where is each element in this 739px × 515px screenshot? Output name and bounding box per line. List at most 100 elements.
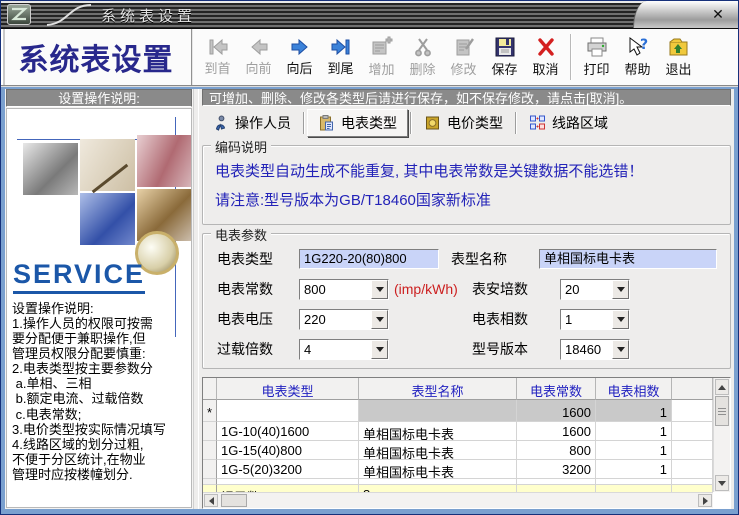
exit-button[interactable]: 退出 bbox=[658, 31, 699, 83]
cancel-icon bbox=[537, 38, 554, 56]
chevron-down-icon[interactable] bbox=[371, 339, 388, 359]
table-cell[interactable]: 1 bbox=[596, 422, 672, 442]
cancel-button[interactable]: 取消 bbox=[525, 31, 566, 83]
go-previous-button[interactable]: 向前 bbox=[238, 31, 279, 83]
tab-label: 电表类型 bbox=[341, 114, 397, 131]
amperage-label: 表安培数 bbox=[472, 281, 528, 298]
modify-record-icon bbox=[456, 38, 474, 56]
tab-price-type[interactable]: 电价类型 bbox=[414, 110, 513, 136]
collage-tools-photo bbox=[23, 143, 78, 195]
scroll-right-icon[interactable] bbox=[698, 494, 712, 507]
meter-params-groupbox: 电表参数 电表类型 1G220-20(80)800 表型名称 单相国标电卡表 电… bbox=[202, 225, 731, 370]
model-version-label: 型号版本 bbox=[472, 341, 528, 358]
grid-header-model-name[interactable]: 表型名称 bbox=[359, 378, 517, 401]
table-cell-stub bbox=[672, 422, 713, 442]
table-cell[interactable] bbox=[217, 400, 359, 423]
groupbox-title: 编码说明 bbox=[211, 137, 272, 157]
row-selector[interactable]: * bbox=[203, 400, 217, 423]
close-icon[interactable]: ✕ bbox=[708, 5, 728, 23]
sidebar: 设置操作说明: SERVICE 设置操作说明: 1.操作人员的权限可按需 要分配… bbox=[5, 89, 193, 509]
delete-record-button[interactable]: 删除 bbox=[402, 31, 443, 83]
meter-type-grid: 电表类型 表型名称 电表常数 电表相数 * 1600 1 1G-10(40)16… bbox=[202, 377, 731, 509]
row-selector[interactable] bbox=[203, 460, 217, 480]
modify-record-button[interactable]: 修改 bbox=[443, 31, 484, 83]
grid-header-stub bbox=[672, 378, 713, 401]
table-cell[interactable]: 800 bbox=[517, 441, 596, 461]
meter-constant-label: 电表常数 bbox=[217, 281, 273, 298]
form-row: 过载倍数 4 型号版本 18460 bbox=[217, 334, 718, 364]
collage-pens-photo bbox=[137, 135, 191, 187]
grid-header-meter-type[interactable]: 电表类型 bbox=[217, 378, 359, 401]
phase-combo[interactable]: 1 bbox=[560, 308, 630, 330]
go-first-button[interactable]: 到首 bbox=[197, 31, 238, 83]
go-last-button[interactable]: 到尾 bbox=[320, 31, 361, 83]
delete-record-icon bbox=[414, 38, 431, 57]
tab-separator bbox=[515, 111, 517, 134]
table-cell[interactable]: 单相国标电卡表 bbox=[359, 422, 517, 442]
title-bar: 系统表设置 ✕ bbox=[1, 1, 738, 29]
grid-header-meter-constant[interactable]: 电表常数 bbox=[517, 378, 596, 401]
main-panel: 可增加、删除、修改各类型后请进行保存，如不保存修改，请点击[取消]。 操作人员 bbox=[199, 89, 734, 509]
body: 设置操作说明: SERVICE 设置操作说明: 1.操作人员的权限可按需 要分配… bbox=[5, 89, 734, 509]
collage-keyboard-photo bbox=[80, 193, 135, 245]
horizontal-scroll-thumb[interactable] bbox=[221, 494, 247, 507]
meter-constant-combo[interactable]: 800 bbox=[299, 278, 389, 300]
table-cell[interactable]: 1 bbox=[596, 441, 672, 461]
voltage-combo[interactable]: 220 bbox=[299, 308, 389, 330]
model-name-field[interactable]: 单相国标电卡表 bbox=[539, 249, 717, 270]
coding-note-line2: 请注意:型号版本为GB/T18460国家新标准 bbox=[215, 192, 491, 210]
save-button[interactable]: 保存 bbox=[484, 31, 525, 83]
instructions-text: 设置操作说明: 1.操作人员的权限可按需 要分配便于兼职操作,但 管理员权限分配… bbox=[12, 301, 166, 482]
tab-separator bbox=[410, 111, 412, 134]
sidebar-content: SERVICE 设置操作说明: 1.操作人员的权限可按需 要分配便于兼职操作,但… bbox=[6, 108, 192, 508]
print-button[interactable]: 打印 bbox=[576, 31, 617, 83]
tab-operators[interactable]: 操作人员 bbox=[202, 110, 301, 136]
table-cell[interactable]: 1600 bbox=[517, 400, 596, 423]
vertical-scroll-thumb[interactable] bbox=[715, 396, 729, 427]
scroll-left-icon[interactable] bbox=[204, 494, 218, 507]
add-record-button[interactable]: 增加 bbox=[361, 31, 402, 83]
toolbar-buttons: 到首 向前 向后 到尾 增加 删除 修改 保存 取消 打印 ? 帮助 退出 bbox=[193, 29, 738, 85]
svg-text:?: ? bbox=[640, 37, 648, 53]
grid-header-phase[interactable]: 电表相数 bbox=[596, 378, 672, 401]
footer-selector bbox=[203, 485, 217, 492]
tab-meter-type[interactable]: 电表类型 bbox=[307, 108, 408, 137]
table-cell[interactable] bbox=[359, 400, 517, 423]
table-cell[interactable]: 1 bbox=[596, 400, 672, 423]
help-button[interactable]: ? 帮助 bbox=[617, 31, 658, 83]
meter-type-field[interactable]: 1G220-20(80)800 bbox=[299, 249, 439, 270]
model-version-combo[interactable]: 18460 bbox=[560, 338, 630, 360]
titlebar-swoosh-decoration bbox=[46, 4, 92, 26]
row-selector[interactable] bbox=[203, 441, 217, 461]
chevron-down-icon[interactable] bbox=[612, 339, 629, 359]
chevron-down-icon[interactable] bbox=[371, 279, 388, 299]
exit-icon bbox=[669, 38, 687, 56]
table-cell[interactable]: 1 bbox=[596, 460, 672, 480]
meter-type-icon bbox=[320, 114, 333, 131]
window-title: 系统表设置 bbox=[101, 8, 197, 25]
table-cell[interactable]: 1G-10(40)1600 bbox=[217, 422, 359, 442]
table-cell[interactable]: 单相国标电卡表 bbox=[359, 460, 517, 480]
scroll-down-icon[interactable] bbox=[715, 475, 729, 491]
line-area-icon bbox=[530, 115, 545, 130]
table-cell[interactable]: 单相国标电卡表 bbox=[359, 441, 517, 461]
page-title: 系统表设置 bbox=[18, 44, 174, 77]
meter-type-label: 电表类型 bbox=[217, 251, 273, 268]
go-next-button[interactable]: 向后 bbox=[279, 31, 320, 83]
amperage-combo[interactable]: 20 bbox=[560, 278, 630, 300]
chevron-down-icon[interactable] bbox=[612, 279, 629, 299]
tab-line-area[interactable]: 线路区域 bbox=[519, 110, 618, 136]
chevron-down-icon[interactable] bbox=[612, 309, 629, 329]
nav-first-icon bbox=[209, 38, 227, 56]
scroll-up-icon[interactable] bbox=[715, 379, 729, 396]
operator-icon bbox=[215, 115, 226, 131]
chevron-down-icon[interactable] bbox=[371, 309, 388, 329]
grid-vertical-scrollbar[interactable] bbox=[713, 378, 730, 492]
table-cell[interactable]: 3200 bbox=[517, 460, 596, 480]
grid-horizontal-scrollbar[interactable] bbox=[203, 492, 713, 508]
table-cell[interactable]: 1600 bbox=[517, 422, 596, 442]
overload-combo[interactable]: 4 bbox=[299, 338, 389, 360]
row-selector[interactable] bbox=[203, 422, 217, 442]
table-cell[interactable]: 1G-15(40)800 bbox=[217, 441, 359, 461]
table-cell[interactable]: 1G-5(20)3200 bbox=[217, 460, 359, 480]
